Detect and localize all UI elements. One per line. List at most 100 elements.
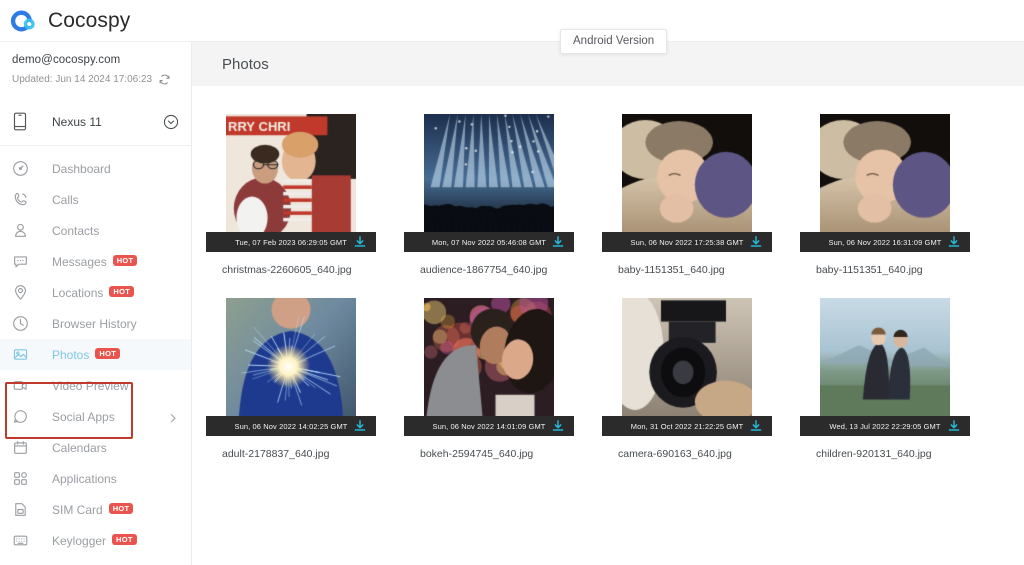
photo-image[interactable] [820, 114, 950, 232]
chevron-right-icon[interactable] [167, 411, 179, 423]
sidebar-item-contacts[interactable]: Contacts [0, 215, 191, 246]
brand-name: Cocospy [48, 9, 130, 33]
sidebar-item-label: Video Preview [52, 379, 129, 393]
photo-timestamp: Wed, 13 Jul 2022 22:29:05 GMT [829, 422, 940, 431]
photo-cell-inner: Wed, 13 Jul 2022 22:29:05 GMT children-92… [810, 298, 960, 460]
device-name: Nexus 11 [52, 115, 163, 129]
sidebar-item-label: Browser History [52, 317, 137, 331]
photo-cell-inner: Mon, 31 Oct 2022 21:22:25 GMT camera-6901… [612, 298, 762, 460]
video-camera-icon [12, 377, 29, 394]
photo-filename: adult-2178837_640.jpg [216, 448, 366, 460]
photo-cell: Sun, 06 Nov 2022 14:02:25 GMT adult-21788… [192, 298, 390, 460]
photos-card: Tue, 07 Feb 2023 06:29:05 GMT christmas-2… [192, 86, 1024, 565]
photo-caption-bar: Mon, 31 Oct 2022 21:22:25 GMT [602, 416, 772, 436]
photo-image[interactable] [424, 298, 554, 416]
photo-thumbnail[interactable]: Sun, 06 Nov 2022 16:31:09 GMT [820, 114, 950, 252]
photo-thumbnail[interactable]: Sun, 06 Nov 2022 14:01:09 GMT [424, 298, 554, 436]
photo-image[interactable] [424, 114, 554, 232]
photo-cell: Sun, 06 Nov 2022 17:25:38 GMT baby-115135… [588, 114, 786, 276]
sidebar-item-label: Messages [52, 255, 107, 269]
photo-thumbnail[interactable]: Sun, 06 Nov 2022 14:02:25 GMT [226, 298, 356, 436]
photo-thumbnail[interactable]: Wed, 13 Jul 2022 22:29:05 GMT [820, 298, 950, 436]
account-email: demo@cocospy.com [12, 54, 191, 66]
account-block: demo@cocospy.com Updated: Jun 14 2024 17… [0, 42, 191, 86]
download-icon[interactable] [947, 419, 961, 433]
photo-image[interactable] [622, 298, 752, 416]
sidebar-item-applications[interactable]: Applications [0, 463, 191, 494]
photo-cell: Mon, 07 Nov 2022 05:46:08 GMT audience-18… [390, 114, 588, 276]
photo-cell-inner: Sun, 06 Nov 2022 17:25:38 GMT baby-115135… [612, 114, 762, 276]
sidebar-item-label: Social Apps [52, 410, 115, 424]
photo-image[interactable] [820, 298, 950, 416]
download-icon[interactable] [749, 235, 763, 249]
photo-image[interactable] [226, 114, 356, 232]
dashboard-icon [12, 160, 29, 177]
hot-badge: HOT [109, 503, 134, 515]
sidebar-item-keylogger[interactable]: Keylogger HOT [0, 525, 191, 556]
download-icon[interactable] [353, 235, 367, 249]
sidebar-item-photos[interactable]: Photos HOT [0, 339, 191, 370]
photo-filename: audience-1867754_640.jpg [414, 264, 564, 276]
sidebar-item-sim-card[interactable]: SIM Card HOT [0, 494, 191, 525]
chevron-down-circle-icon[interactable] [163, 114, 179, 130]
sidebar-item-locations[interactable]: Locations HOT [0, 277, 191, 308]
sidebar-item-label: Calendars [52, 441, 107, 455]
sidebar-item-label: Keylogger [52, 534, 106, 548]
sidebar-item-social-apps[interactable]: Social Apps [0, 401, 191, 432]
photo-caption-bar: Sun, 06 Nov 2022 14:01:09 GMT [404, 416, 574, 436]
sidebar: demo@cocospy.com Updated: Jun 14 2024 17… [0, 42, 192, 565]
sidebar-item-label: Locations [52, 286, 103, 300]
photo-caption-bar: Sun, 06 Nov 2022 17:25:38 GMT [602, 232, 772, 252]
photo-cell-inner: Sun, 06 Nov 2022 14:01:09 GMT bokeh-25947… [414, 298, 564, 460]
hot-badge: HOT [109, 286, 134, 298]
device-selector[interactable]: Nexus 11 [0, 98, 191, 146]
sidebar-item-calendars[interactable]: Calendars [0, 432, 191, 463]
download-icon[interactable] [551, 235, 565, 249]
photo-image-icon [12, 346, 29, 363]
page-title: Photos [222, 56, 269, 73]
download-icon[interactable] [947, 235, 961, 249]
sidebar-item-video-preview[interactable]: Video Preview [0, 370, 191, 401]
sidebar-item-label: Photos [52, 348, 89, 362]
sidebar-menu: Dashboard Calls Contacts Messages HOT Locatio… [0, 146, 191, 556]
photo-filename: children-920131_640.jpg [810, 448, 960, 460]
sidebar-item-dashboard[interactable]: Dashboard [0, 153, 191, 184]
photo-caption-bar: Sun, 06 Nov 2022 14:02:25 GMT [206, 416, 376, 436]
photo-thumbnail[interactable]: Mon, 07 Nov 2022 05:46:08 GMT [424, 114, 554, 252]
photo-cell-inner: Mon, 07 Nov 2022 05:46:08 GMT audience-18… [414, 114, 564, 276]
photo-image[interactable] [226, 298, 356, 416]
cocospy-dashboard: Cocospy Android Version demo@cocospy.com… [0, 0, 1024, 565]
photo-caption-bar: Mon, 07 Nov 2022 05:46:08 GMT [404, 232, 574, 252]
photo-cell: Wed, 13 Jul 2022 22:29:05 GMT children-92… [786, 298, 984, 460]
photo-thumbnail[interactable]: Mon, 31 Oct 2022 21:22:25 GMT [622, 298, 752, 436]
hot-badge: HOT [113, 255, 138, 267]
keyboard-icon [12, 532, 29, 549]
photo-cell: Mon, 31 Oct 2022 21:22:25 GMT camera-6901… [588, 298, 786, 460]
photo-caption-bar: Tue, 07 Feb 2023 06:29:05 GMT [206, 232, 376, 252]
sidebar-item-calls[interactable]: Calls [0, 184, 191, 215]
refresh-icon[interactable] [158, 73, 171, 86]
apps-grid-icon [12, 470, 29, 487]
photo-filename: baby-1151351_640.jpg [612, 264, 762, 276]
download-icon[interactable] [353, 419, 367, 433]
photo-grid-row: Sun, 06 Nov 2022 14:02:25 GMT adult-21788… [192, 298, 1024, 460]
sidebar-item-label: Calls [52, 193, 79, 207]
sidebar-item-label: Applications [52, 472, 117, 486]
location-pin-icon [12, 284, 29, 301]
sidebar-item-label: SIM Card [52, 503, 103, 517]
photo-image[interactable] [622, 114, 752, 232]
download-icon[interactable] [749, 419, 763, 433]
clock-history-icon [12, 315, 29, 332]
download-icon[interactable] [551, 419, 565, 433]
sidebar-item-messages[interactable]: Messages HOT [0, 246, 191, 277]
photo-timestamp: Sun, 06 Nov 2022 14:01:09 GMT [433, 422, 546, 431]
photo-filename: christmas-2260605_640.jpg [216, 264, 366, 276]
main-content: Photos Tue, 07 Feb 2023 06:29:05 GMT chri… [192, 42, 1024, 565]
photo-thumbnail[interactable]: Tue, 07 Feb 2023 06:29:05 GMT [226, 114, 356, 252]
photo-timestamp: Mon, 31 Oct 2022 21:22:25 GMT [631, 422, 744, 431]
android-version-tooltip: Android Version [560, 29, 667, 54]
photo-grid: Tue, 07 Feb 2023 06:29:05 GMT christmas-2… [192, 86, 1024, 460]
photo-timestamp: Sun, 06 Nov 2022 17:25:38 GMT [631, 238, 744, 247]
photo-thumbnail[interactable]: Sun, 06 Nov 2022 17:25:38 GMT [622, 114, 752, 252]
sidebar-item-browser-history[interactable]: Browser History [0, 308, 191, 339]
